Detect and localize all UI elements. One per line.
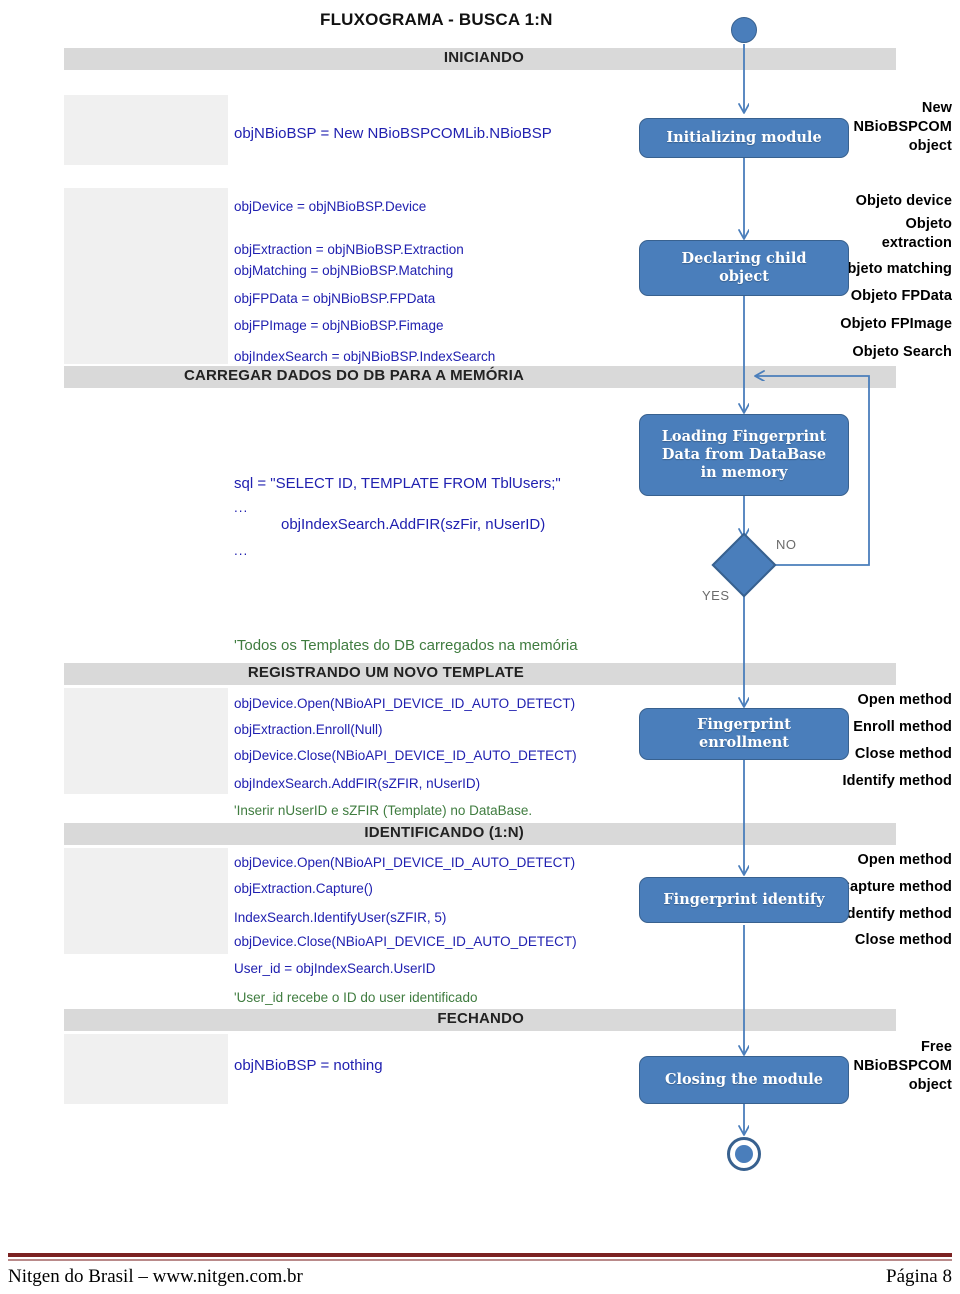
label-free-object-line2: NBioBSPCOM <box>853 1058 952 1074</box>
section-label-identificando: IDENTIFICANDO (1:N) <box>364 824 524 841</box>
code-note-templates: 'Todos os Templates do DB carregados na … <box>234 637 578 654</box>
flow-node-closing-label: Closing the module <box>664 1071 824 1088</box>
end-circle-icon <box>727 1137 761 1171</box>
section-label-iniciando: INICIANDO <box>443 49 524 66</box>
label-identify-capture-method: Capture method <box>839 879 952 895</box>
label-free-object-line3: object <box>908 1077 952 1093</box>
code-enroll-open: objDevice.Open(NBioAPI_DEVICE_ID_AUTO_DE… <box>234 696 576 711</box>
label-block-identify-methods <box>64 848 228 954</box>
flow-node-fingerprint-identify[interactable]: Fingerprint identify <box>639 877 849 923</box>
section-band-iniciando: INICIANDO <box>64 48 896 70</box>
branch-label-yes: YES <box>702 588 730 603</box>
footer-rule-thick <box>8 1253 952 1257</box>
section-label-registrando: REGISTRANDO UM NOVO TEMPLATE <box>247 664 524 681</box>
label-objeto-fpimage: Objeto FPImage <box>840 316 952 332</box>
flow-node-loading-fingerprint-data[interactable]: Loading Fingerprint Data from DataBase i… <box>639 414 849 496</box>
label-new-object-line1: New <box>921 100 952 116</box>
label-block-child-objects <box>64 188 228 364</box>
label-new-object-line2: NBioBSPCOM <box>853 119 952 135</box>
footer-page-number: Página 8 <box>886 1266 952 1287</box>
label-enroll-open-method: Open method <box>857 692 952 708</box>
label-objeto-matching: Objeto matching <box>836 261 952 277</box>
page-root: FLUXOGRAMA - BUSCA 1:N INICIANDO CARREGA… <box>0 0 960 1294</box>
code-identify-userid: User_id = objIndexSearch.UserID <box>234 961 436 976</box>
flow-node-initializing-module-label: Initializing module <box>666 129 822 146</box>
code-matching: objMatching = objNBioBSP.Matching <box>234 263 454 278</box>
code-free-nothing: objNBioBSP = nothing <box>234 1057 383 1074</box>
label-free-object-line1: Free <box>920 1039 952 1055</box>
flow-node-loading-line1: Loading Fingerprint <box>661 428 827 445</box>
label-identify-identify-method: Identify method <box>842 906 952 922</box>
code-identify-close: objDevice.Close(NBioAPI_DEVICE_ID_AUTO_D… <box>234 934 577 949</box>
code-enroll-addfir: objIndexSearch.AddFIR(sZFIR, nUserID) <box>234 776 481 791</box>
label-enroll-identify-method: Identify method <box>842 773 952 789</box>
section-band-identificando: IDENTIFICANDO (1:N) <box>64 823 896 845</box>
start-circle-icon <box>731 17 757 43</box>
flow-node-loading-line3: in memory <box>700 464 788 481</box>
flow-node-enrollment-line1: Fingerprint <box>697 716 791 733</box>
label-objeto-search: Objeto Search <box>852 344 952 360</box>
flow-node-closing-the-module[interactable]: Closing the module <box>639 1056 849 1104</box>
label-objeto-extraction-line2: extraction <box>881 235 952 251</box>
label-objeto-device: Objeto device <box>855 193 952 209</box>
flow-node-identify-label: Fingerprint identify <box>663 891 825 908</box>
section-band-registrando: REGISTRANDO UM NOVO TEMPLATE <box>64 663 896 685</box>
label-identify-open-method: Open method <box>857 852 952 868</box>
label-enroll-close-method: Close method <box>854 746 952 762</box>
label-new-object-line3: object <box>908 138 952 154</box>
code-identify-open: objDevice.Open(NBioAPI_DEVICE_ID_AUTO_DE… <box>234 855 576 870</box>
code-identify-identify: IndexSearch.IdentifyUser(sZFIR, 5) <box>234 910 447 925</box>
flow-node-fingerprint-enrollment[interactable]: Fingerprint enrollment <box>639 708 849 760</box>
code-dots-2: ... <box>234 543 249 558</box>
section-label-fechando: FECHANDO <box>437 1010 524 1027</box>
label-block-new-object <box>64 95 228 165</box>
code-fpimage: objFPImage = objNBioBSP.Fimage <box>234 318 444 333</box>
code-note-inserir: 'Inserir nUserID e sZFIR (Template) no D… <box>234 803 533 818</box>
footer-rule-thin <box>8 1259 952 1261</box>
code-enroll-enroll: objExtraction.Enroll(Null) <box>234 722 383 737</box>
page-title: FLUXOGRAMA - BUSCA 1:N <box>320 10 553 29</box>
code-enroll-close: objDevice.Close(NBioAPI_DEVICE_ID_AUTO_D… <box>234 748 577 763</box>
flow-node-enrollment-line2: enrollment <box>699 734 789 751</box>
code-identify-capture: objExtraction.Capture() <box>234 881 373 896</box>
code-note-userid: 'User_id recebe o ID do user identificad… <box>234 990 478 1005</box>
flow-node-declaring-child-object[interactable]: Declaring child object <box>639 240 849 296</box>
section-label-carregar: CARREGAR DADOS DO DB PARA A MEMÓRIA <box>183 367 524 384</box>
code-indexsearch: objIndexSearch = objNBioBSP.IndexSearch <box>234 349 496 364</box>
code-addfir-loop: objIndexSearch.AddFIR(szFir, nUserID) <box>281 516 546 533</box>
footer-company: Nitgen do Brasil – www.nitgen.com.br <box>8 1266 303 1287</box>
label-block-free-object <box>64 1034 228 1104</box>
flow-node-declaring-line1: Declaring child <box>681 250 807 267</box>
code-sql: sql = "SELECT ID, TEMPLATE FROM TblUsers… <box>234 475 561 492</box>
flow-node-declaring-line2: object <box>719 268 769 285</box>
section-band-fechando: FECHANDO <box>64 1009 896 1031</box>
branch-label-no: NO <box>776 537 797 552</box>
code-fpdata: objFPData = objNBioBSP.FPData <box>234 291 436 306</box>
label-objeto-fpdata: Objeto FPData <box>850 288 952 304</box>
section-band-carregar: CARREGAR DADOS DO DB PARA A MEMÓRIA <box>64 366 896 388</box>
code-extraction: objExtraction = objNBioBSP.Extraction <box>234 242 464 257</box>
code-new-nbiobsp: objNBioBSP = New NBioBSPCOMLib.NBioBSP <box>234 125 552 142</box>
code-dots-1: ... <box>234 500 249 515</box>
label-enroll-enroll-method: Enroll method <box>853 719 952 735</box>
code-device: objDevice = objNBioBSP.Device <box>234 199 427 214</box>
label-objeto-extraction-line1: Objeto <box>905 216 952 232</box>
flow-node-loading-line2: Data from DataBase <box>661 446 827 463</box>
label-identify-close-method: Close method <box>854 932 952 948</box>
flow-node-initializing-module[interactable]: Initializing module <box>639 118 849 158</box>
label-block-enroll-methods <box>64 688 228 794</box>
